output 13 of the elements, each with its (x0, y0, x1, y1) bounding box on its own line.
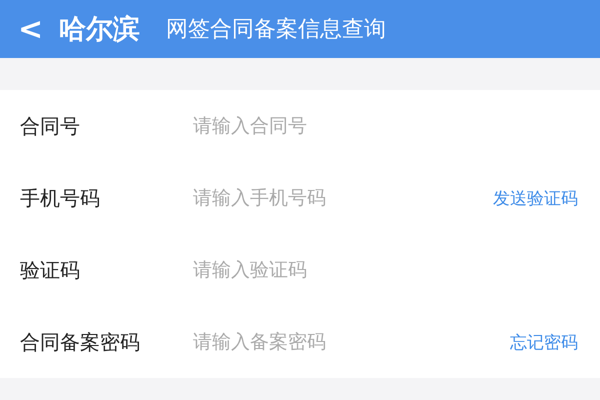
field-label: 手机号码 (20, 184, 101, 212)
field-label: 合同备案密码 (20, 328, 141, 356)
page-title: 网签合同备案信息查询 (166, 16, 386, 44)
input-field[interactable]: 请输入合同号 (193, 115, 578, 137)
input-field[interactable]: 请输入验证码 (193, 259, 578, 281)
input-field[interactable]: 请输入手机号码 (193, 187, 493, 209)
action-link[interactable]: 发送验证码 (493, 186, 578, 210)
city-title: 哈尔滨 (59, 13, 140, 47)
field-label: 合同号 (20, 112, 81, 140)
back-button[interactable]: < (14, 12, 48, 46)
action-link[interactable]: 忘记密码 (510, 330, 578, 354)
field-label: 验证码 (20, 256, 81, 284)
input-field[interactable]: 请输入备案密码 (193, 331, 510, 353)
